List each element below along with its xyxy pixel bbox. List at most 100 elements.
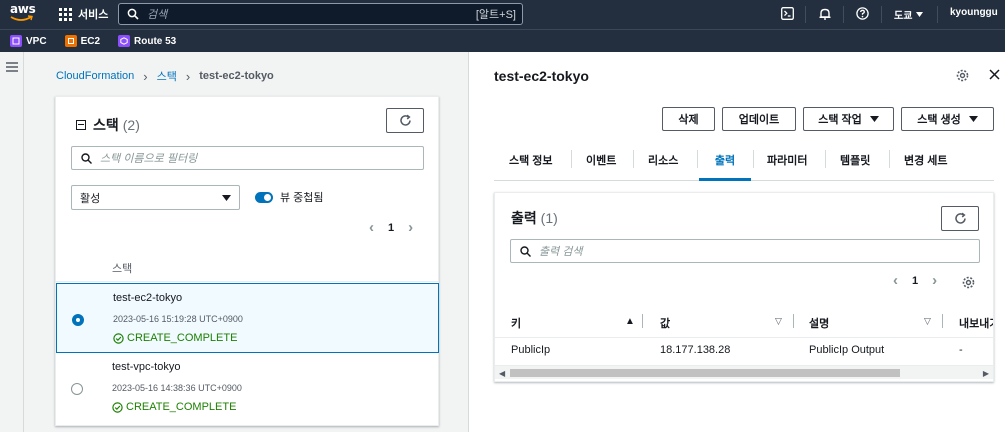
horizontal-scrollbar[interactable]: ◀ ▶: [495, 365, 993, 379]
favorite-route53[interactable]: Route 53: [118, 35, 176, 47]
outputs-search-input[interactable]: 출력 검색: [510, 239, 980, 263]
column-description[interactable]: 설명: [809, 315, 829, 331]
scrollbar-thumb[interactable]: [510, 369, 900, 377]
region-selector[interactable]: 도쿄: [894, 7, 924, 22]
bell-icon[interactable]: [818, 7, 832, 21]
output-key: PublicIp: [511, 344, 551, 356]
caret-down-icon: [916, 12, 924, 17]
favorite-vpc[interactable]: VPC: [10, 35, 47, 47]
stack-radio[interactable]: [71, 383, 83, 395]
stack-row[interactable]: test-vpc-tokyo 2023-05-16 14:38:36 UTC+0…: [56, 353, 438, 423]
rail-divider: [23, 52, 24, 432]
stacks-title: 스택: [93, 117, 119, 133]
global-search-input[interactable]: 검색 [알트+S]: [118, 3, 523, 25]
outputs-table-header: 키 ▲ 값 ▽ 설명 ▽ 내보내기: [495, 306, 993, 338]
next-page-icon[interactable]: ›: [932, 272, 937, 289]
status-filter-select[interactable]: 활성: [71, 185, 240, 210]
tab-outputs[interactable]: 출력: [699, 148, 751, 181]
output-export: -: [959, 344, 963, 356]
check-circle-icon: [113, 332, 124, 344]
stacks-refresh-button[interactable]: [386, 108, 424, 133]
outputs-pagination: ‹ 1 ›: [893, 272, 937, 289]
stack-detail-panel: test-ec2-tokyo 삭제 업데이트 스택 작업 스택 생성 스택 정보…: [468, 52, 1005, 432]
account-label: kyounggu: [950, 7, 998, 18]
aws-logo-text: aws: [10, 2, 36, 16]
tab-events[interactable]: 이벤트: [586, 148, 616, 181]
sort-icon[interactable]: ▽: [924, 316, 931, 327]
breadcrumb-stacks[interactable]: 스택: [157, 68, 177, 84]
search-icon: [520, 245, 531, 257]
outputs-header: 출력 (1): [511, 208, 558, 228]
refresh-icon: [954, 212, 966, 224]
outputs-page-number[interactable]: 1: [912, 275, 918, 287]
detail-tabs: 스택 정보 이벤트 리소스 출력 파라미터 템플릿 변경 세트: [494, 148, 994, 181]
stacks-table-header: 스택: [56, 250, 438, 282]
chevron-right-icon: ›: [143, 68, 148, 84]
caret-down-icon: [869, 116, 879, 122]
stack-status: CREATE_COMPLETE: [113, 332, 237, 344]
tab-change-sets[interactable]: 변경 세트: [904, 148, 948, 181]
stack-row-selected[interactable]: test-ec2-tokyo 2023-05-16 15:19:28 UTC+0…: [56, 283, 439, 353]
aws-logo[interactable]: aws: [10, 3, 36, 25]
column-export[interactable]: 내보내기: [959, 315, 993, 331]
services-menu[interactable]: 서비스: [59, 6, 108, 22]
stacks-page-number[interactable]: 1: [388, 222, 394, 234]
breadcrumb-current: test-ec2-tokyo: [199, 70, 274, 82]
tab-parameters[interactable]: 파라미터: [767, 148, 807, 181]
next-page-icon[interactable]: ›: [408, 219, 413, 236]
column-value[interactable]: 값: [660, 315, 670, 331]
stack-name[interactable]: test-vpc-tokyo: [112, 361, 180, 373]
stack-actions-button[interactable]: 스택 작업: [803, 107, 894, 131]
stack-status: CREATE_COMPLETE: [112, 401, 236, 413]
stack-created-date: 2023-05-16 14:38:36 UTC+0900: [112, 383, 242, 393]
scroll-right-icon[interactable]: ▶: [983, 369, 989, 378]
stack-filter-input[interactable]: 스택 이름으로 필터링: [71, 146, 424, 170]
hamburger-menu-icon[interactable]: [6, 62, 18, 72]
tab-stack-info[interactable]: 스택 정보: [509, 148, 553, 181]
tab-resources[interactable]: 리소스: [648, 148, 678, 181]
breadcrumb: CloudFormation › 스택 › test-ec2-tokyo: [56, 68, 274, 84]
output-description: PublicIp Output: [809, 344, 885, 356]
stack-name[interactable]: test-ec2-tokyo: [113, 292, 182, 304]
column-key[interactable]: 키: [511, 315, 521, 331]
refresh-icon: [399, 114, 411, 126]
sort-ascending-icon[interactable]: ▲: [625, 316, 635, 327]
create-stack-button[interactable]: 스택 생성: [901, 107, 994, 131]
prev-page-icon[interactable]: ‹: [893, 272, 898, 289]
stack-radio-selected[interactable]: [72, 314, 84, 326]
update-button[interactable]: 업데이트: [722, 107, 796, 131]
vpc-service-icon: [10, 35, 22, 47]
stacks-panel-header: 스택 (2): [76, 115, 140, 135]
breadcrumb-cloudformation[interactable]: CloudFormation: [56, 70, 134, 82]
outputs-title: 출력: [511, 210, 537, 226]
stack-created-date: 2023-05-16 15:19:28 UTC+0900: [113, 314, 243, 324]
stacks-count: (2): [122, 117, 140, 133]
nested-view-toggle[interactable]: [255, 191, 273, 203]
outputs-search-placeholder: 출력 검색: [539, 246, 583, 258]
outputs-refresh-button[interactable]: [941, 206, 979, 231]
favorite-ec2[interactable]: EC2: [64, 35, 100, 47]
cloudshell-icon[interactable]: [781, 7, 794, 20]
search-placeholder: 검색: [147, 9, 168, 21]
scroll-left-icon[interactable]: ◀: [499, 369, 505, 378]
stack-filter-placeholder: 스택 이름으로 필터링: [100, 153, 198, 165]
gear-icon[interactable]: [956, 69, 969, 82]
nested-view-toggle-wrap: 뷰 중첩됨: [255, 189, 324, 205]
tab-template[interactable]: 템플릿: [840, 148, 870, 181]
favorites-bar: VPC EC2 Route 53: [0, 29, 1005, 52]
stacks-panel: 스택 (2) 스택 이름으로 필터링 활성 뷰 중첩됨 ‹ 1 › 스택 tes…: [55, 96, 439, 426]
collapse-icon[interactable]: [76, 120, 86, 130]
search-shortcut: [알트+S]: [475, 9, 516, 21]
stack-column-header[interactable]: 스택: [112, 260, 132, 276]
table-settings-gear-icon[interactable]: [962, 276, 975, 289]
prev-page-icon[interactable]: ‹: [369, 219, 374, 236]
help-icon[interactable]: [856, 7, 869, 20]
top-navigation: aws 서비스 검색 [알트+S] 도쿄 kyounggu: [0, 0, 1005, 29]
search-icon: [81, 152, 92, 164]
account-menu[interactable]: kyounggu: [950, 7, 998, 18]
sort-icon[interactable]: ▽: [775, 316, 782, 327]
close-icon[interactable]: [989, 69, 1000, 80]
stacks-pagination: ‹ 1 ›: [369, 219, 413, 236]
delete-button[interactable]: 삭제: [662, 107, 715, 131]
aws-smile-icon: [10, 15, 33, 21]
